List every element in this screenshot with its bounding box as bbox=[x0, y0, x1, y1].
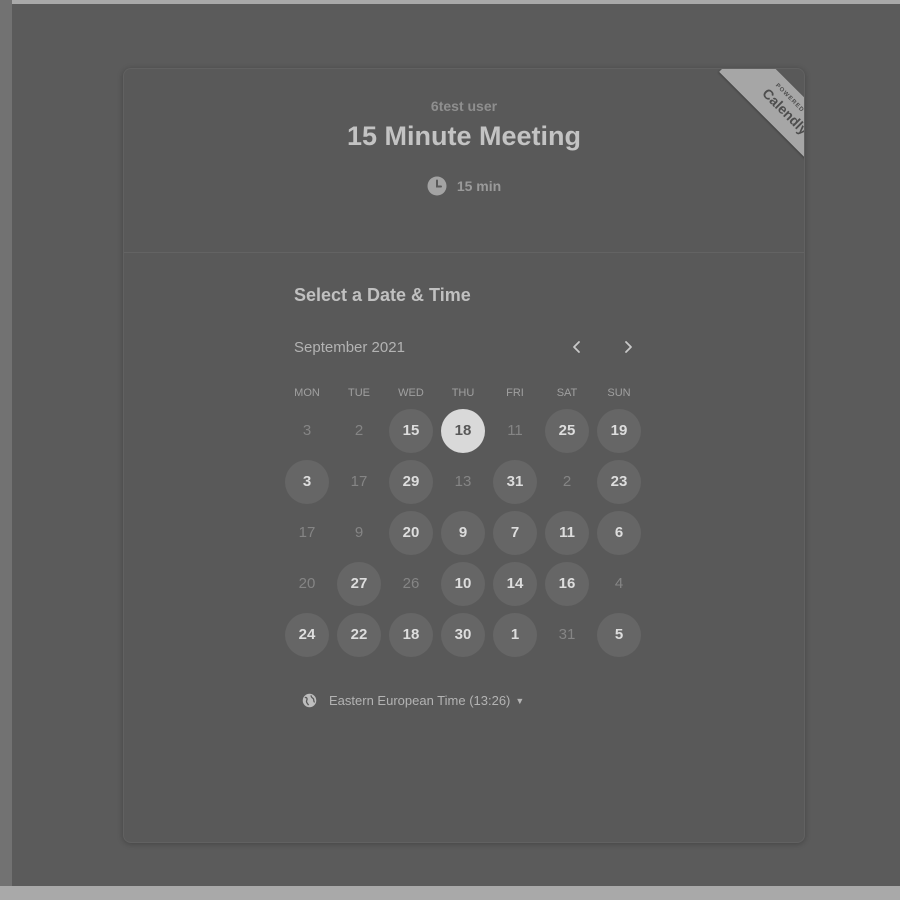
calendar-cell: 17 bbox=[333, 456, 385, 507]
available-day-button[interactable]: 27 bbox=[337, 561, 381, 606]
window-bottom-border bbox=[0, 886, 900, 900]
powered-by-ribbon[interactable]: POWERED BY Calendly bbox=[702, 69, 805, 177]
unavailable-day: 9 bbox=[354, 524, 364, 541]
available-day-button[interactable]: 30 bbox=[441, 612, 485, 657]
timezone-selector[interactable]: Eastern European Time (13:26) ▼ bbox=[302, 693, 524, 708]
caret-down-icon: ▼ bbox=[515, 695, 525, 706]
unavailable-day: 2 bbox=[354, 422, 364, 439]
calendar-cell: 31 bbox=[489, 456, 541, 507]
available-day-button[interactable]: 31 bbox=[493, 459, 537, 504]
chevron-right-icon bbox=[625, 341, 632, 353]
calendar-cell: 18 bbox=[437, 405, 489, 456]
weekday-label: WED bbox=[398, 387, 424, 399]
available-day-button[interactable]: 16 bbox=[545, 561, 589, 606]
unavailable-day: 2 bbox=[562, 473, 572, 490]
calendar-cell: 24 bbox=[281, 609, 333, 660]
unavailable-day: 31 bbox=[558, 626, 576, 643]
calendar-cell: 16 bbox=[541, 558, 593, 609]
ribbon-band[interactable]: POWERED BY Calendly bbox=[719, 69, 805, 177]
unavailable-day: 13 bbox=[454, 473, 472, 490]
month-label: September 2021 bbox=[294, 339, 405, 356]
calendar-cell: 6 bbox=[593, 507, 645, 558]
available-day-button[interactable]: 23 bbox=[597, 459, 641, 504]
available-day-button[interactable]: 10 bbox=[441, 561, 485, 606]
calendar-cell: 10 bbox=[437, 558, 489, 609]
available-day-button[interactable]: 7 bbox=[493, 510, 537, 555]
calendar-cell: 3 bbox=[281, 405, 333, 456]
available-day-button[interactable]: 5 bbox=[597, 612, 641, 657]
ribbon-brand: Calendly bbox=[759, 85, 805, 138]
calendar-cell: 13 bbox=[437, 456, 489, 507]
available-day-button[interactable]: 18 bbox=[389, 612, 433, 657]
timezone-label: Eastern European Time (13:26) bbox=[329, 693, 511, 708]
calendar-cell: 9 bbox=[437, 507, 489, 558]
available-day-button[interactable]: 3 bbox=[285, 459, 329, 504]
calendar-cell: 20 bbox=[385, 507, 437, 558]
available-day-button[interactable]: 9 bbox=[441, 510, 485, 555]
calendar-cell: 15 bbox=[385, 405, 437, 456]
available-day-button[interactable]: 25 bbox=[545, 408, 589, 453]
weekday-label: SUN bbox=[607, 387, 631, 399]
unavailable-day: 20 bbox=[298, 575, 316, 592]
calendar-cell: 5 bbox=[593, 609, 645, 660]
calendar-cell: 2 bbox=[333, 405, 385, 456]
weekday-label: TUE bbox=[348, 387, 370, 399]
calendar-cell: 23 bbox=[593, 456, 645, 507]
calendar-cell: 4 bbox=[593, 558, 645, 609]
calendar-cell: 7 bbox=[489, 507, 541, 558]
calendar-cell: 9 bbox=[333, 507, 385, 558]
window-left-border bbox=[0, 0, 12, 900]
next-month-button[interactable] bbox=[614, 333, 642, 361]
available-day-button[interactable]: 14 bbox=[493, 561, 537, 606]
calendar-cell: 11 bbox=[541, 507, 593, 558]
clock-icon bbox=[427, 176, 447, 196]
calendar-grid: 3 2 15 18 11 25 19 3 17 29 13 31 2 23 17 9 20 9 7 11 6 20 27 26… bbox=[281, 405, 645, 660]
calendar-cell: 29 bbox=[385, 456, 437, 507]
weekday-label: SAT bbox=[556, 387, 578, 399]
calendar-cell: 25 bbox=[541, 405, 593, 456]
unavailable-day: 17 bbox=[350, 473, 368, 490]
calendar-cell: 20 bbox=[281, 558, 333, 609]
window-top-border bbox=[0, 0, 900, 4]
available-day-button[interactable]: 20 bbox=[389, 510, 433, 555]
previous-month-button[interactable] bbox=[563, 333, 591, 361]
weekday-header: MON TUE WED THU FRI SAT SUN bbox=[281, 387, 645, 399]
calendar-cell: 14 bbox=[489, 558, 541, 609]
weekday-label: FRI bbox=[506, 387, 524, 399]
duration-label: 15 min bbox=[456, 178, 502, 194]
calendar-cell: 1 bbox=[489, 609, 541, 660]
section-title: Select a Date & Time bbox=[294, 285, 471, 305]
globe-icon bbox=[302, 693, 317, 708]
available-day-button[interactable]: 24 bbox=[285, 612, 329, 657]
calendar-cell: 30 bbox=[437, 609, 489, 660]
weekday-label: THU bbox=[451, 387, 475, 399]
unavailable-day: 3 bbox=[302, 422, 312, 439]
available-day-button[interactable]: 6 bbox=[597, 510, 641, 555]
weekday-label: MON bbox=[294, 387, 320, 399]
calendar-cell: 2 bbox=[541, 456, 593, 507]
selected-day-button[interactable]: 18 bbox=[441, 408, 485, 453]
available-day-button[interactable]: 19 bbox=[597, 408, 641, 453]
booking-card: 6test user 15 Minute Meeting 15 min POWE… bbox=[123, 68, 805, 843]
calendar-cell: 22 bbox=[333, 609, 385, 660]
calendar-cell: 19 bbox=[593, 405, 645, 456]
unavailable-day: 26 bbox=[402, 575, 420, 592]
calendar-cell: 31 bbox=[541, 609, 593, 660]
unavailable-day: 17 bbox=[298, 524, 316, 541]
available-day-button[interactable]: 11 bbox=[545, 510, 589, 555]
calendar-cell: 26 bbox=[385, 558, 437, 609]
available-day-button[interactable]: 1 bbox=[493, 612, 537, 657]
unavailable-day: 4 bbox=[614, 575, 624, 592]
calendar-cell: 18 bbox=[385, 609, 437, 660]
event-duration: 15 min bbox=[124, 176, 804, 196]
unavailable-day: 11 bbox=[507, 422, 523, 439]
chevron-left-icon bbox=[573, 341, 580, 353]
calendar-cell: 11 bbox=[489, 405, 541, 456]
available-day-button[interactable]: 15 bbox=[389, 408, 433, 453]
available-day-button[interactable]: 22 bbox=[337, 612, 381, 657]
calendar-cell: 3 bbox=[281, 456, 333, 507]
available-day-button[interactable]: 29 bbox=[389, 459, 433, 504]
calendar-cell: 17 bbox=[281, 507, 333, 558]
calendar-cell: 27 bbox=[333, 558, 385, 609]
